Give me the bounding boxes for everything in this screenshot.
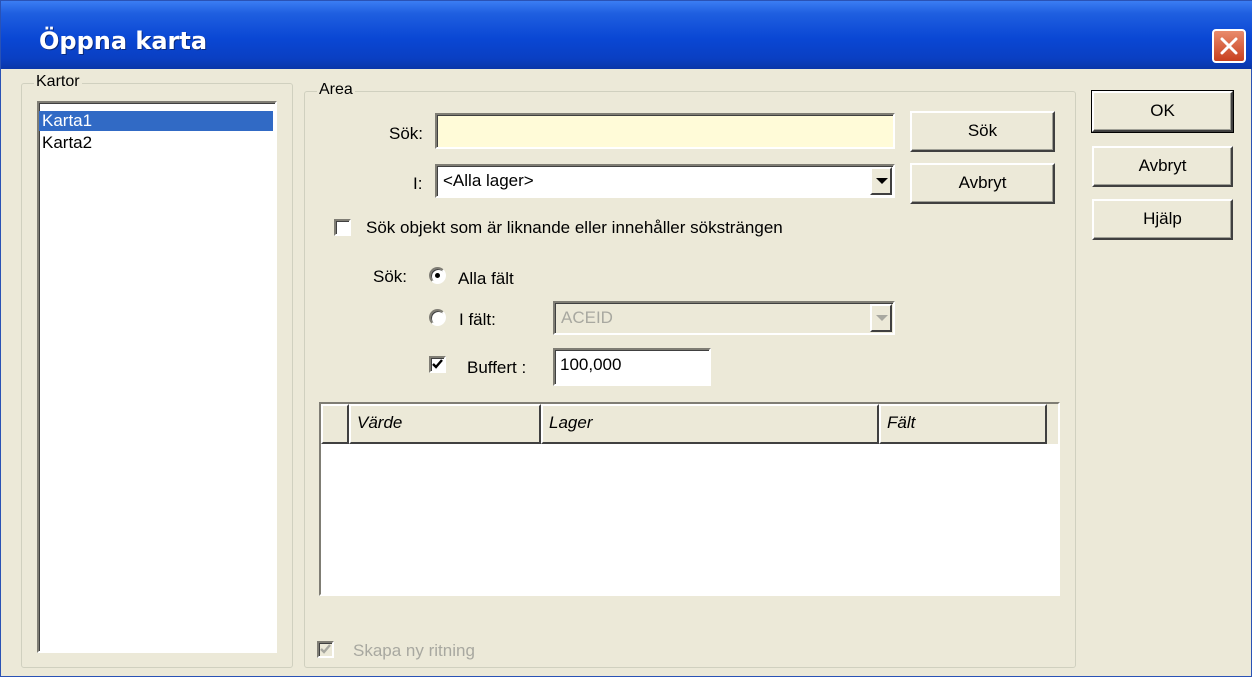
close-icon — [1220, 37, 1238, 55]
all-fields-radio[interactable] — [429, 267, 446, 284]
maps-list[interactable]: Karta1 Karta2 — [37, 101, 277, 653]
create-drawing-checkbox[interactable] — [317, 641, 334, 658]
help-button[interactable]: Hjälp — [1092, 199, 1233, 240]
similar-search-checkbox[interactable] — [334, 219, 351, 236]
ok-button[interactable]: OK — [1091, 90, 1234, 133]
layer-label: I: — [413, 174, 423, 193]
maps-group-label: Kartor — [34, 73, 82, 91]
in-field-label: I fält: — [459, 310, 496, 329]
search-button[interactable]: Sök — [910, 111, 1055, 152]
area-cancel-button[interactable]: Avbryt — [910, 163, 1055, 204]
title-bar[interactable]: Öppna karta — [1, 1, 1252, 69]
column-header-layer[interactable]: Lager — [541, 404, 879, 444]
checkmark-icon — [432, 359, 443, 369]
similar-search-label: Sök objekt som är liknande eller innehål… — [366, 218, 783, 237]
search-input[interactable] — [435, 113, 895, 149]
map-list-item-karta1[interactable]: Karta1 — [39, 111, 273, 131]
chevron-down-icon — [876, 178, 888, 184]
layer-dropdown-button[interactable] — [870, 167, 892, 195]
cancel-button[interactable]: Avbryt — [1092, 146, 1233, 187]
cancel-button-label: Avbryt — [1138, 156, 1187, 175]
ok-button-label: OK — [1150, 101, 1175, 120]
area-cancel-button-label: Avbryt — [958, 173, 1007, 192]
results-header-spacer — [321, 404, 349, 444]
all-fields-label: Alla fält — [458, 269, 514, 288]
area-group-label: Area — [317, 81, 355, 99]
field-dropdown-value: ACEID — [561, 308, 613, 327]
radio-selected-dot — [435, 273, 440, 278]
column-header-field[interactable]: Fält — [879, 404, 1047, 444]
search-button-label: Sök — [967, 121, 998, 140]
results-list[interactable]: Värde Lager Fält — [319, 402, 1060, 596]
chevron-down-icon — [876, 315, 888, 321]
layer-dropdown-value: <Alla lager> — [443, 171, 534, 190]
close-button[interactable] — [1212, 29, 1246, 63]
open-map-dialog: Öppna karta Kartor Karta1 Karta2 Area Sö… — [0, 0, 1252, 677]
buffer-checkbox[interactable] — [429, 356, 446, 373]
create-drawing-label: Skapa ny ritning — [353, 641, 475, 660]
buffer-input[interactable]: 100,000 — [553, 348, 711, 386]
search-label: Sök: — [389, 124, 424, 143]
results-header: Värde Lager Fält — [321, 404, 1058, 444]
search-in-label: Sök: — [373, 267, 408, 286]
field-dropdown[interactable]: ACEID — [553, 301, 895, 335]
checkmark-icon — [320, 644, 331, 654]
map-list-item-karta2[interactable]: Karta2 — [39, 133, 273, 153]
column-header-value[interactable]: Värde — [349, 404, 541, 444]
help-button-label: Hjälp — [1143, 209, 1182, 228]
in-field-radio[interactable] — [429, 309, 446, 326]
field-dropdown-button[interactable] — [870, 304, 892, 332]
window-title: Öppna karta — [39, 27, 208, 55]
layer-dropdown[interactable]: <Alla lager> — [435, 164, 895, 198]
buffer-label: Buffert : — [467, 358, 527, 377]
